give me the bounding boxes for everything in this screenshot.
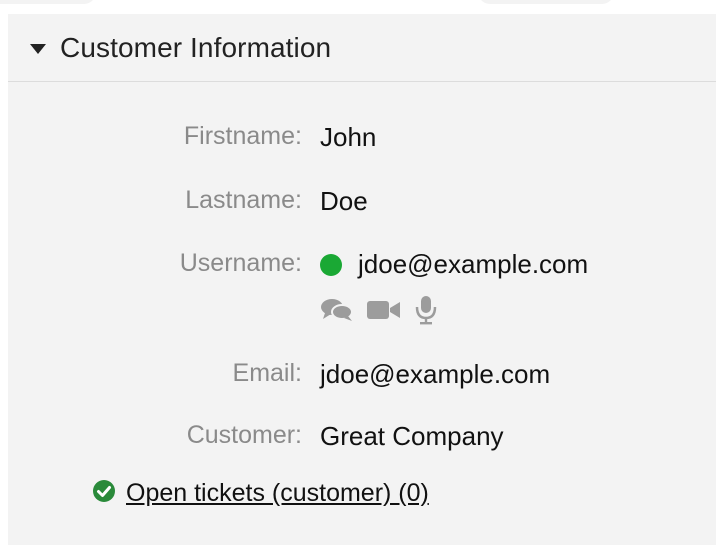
open-tickets-row: Open tickets (customer) (0): [92, 479, 429, 508]
online-status-icon: [320, 253, 342, 276]
customer-information-widget: Customer Information Firstname: John Las…: [8, 14, 716, 545]
field-row-firstname: Firstname: John: [8, 122, 716, 162]
chat-tools: [320, 295, 438, 330]
video-icon[interactable]: [366, 298, 402, 327]
lastname-label: Lastname:: [185, 186, 302, 214]
widget-header-toggle[interactable]: Customer Information: [8, 14, 716, 82]
microphone-icon[interactable]: [414, 295, 438, 330]
field-row-email: Email: jdoe@example.com: [8, 359, 716, 399]
username-label: Username:: [179, 249, 302, 277]
username-text: jdoe@example.com: [358, 249, 589, 279]
firstname-value: John: [320, 122, 377, 152]
check-circle-icon: [92, 479, 116, 508]
email-value: jdoe@example.com: [320, 359, 551, 389]
email-label: Email:: [232, 359, 302, 387]
field-row-customer: Customer: Great Company: [8, 421, 716, 461]
top-tab-left: [0, 0, 96, 4]
open-tickets-link[interactable]: Open tickets (customer) (0): [126, 479, 429, 508]
field-row-username: Username: jdoe@example.com: [8, 249, 716, 289]
username-value: jdoe@example.com: [320, 249, 588, 280]
widget-title: Customer Information: [60, 31, 332, 63]
customer-value: Great Company: [320, 421, 504, 451]
field-row-lastname: Lastname: Doe: [8, 186, 716, 226]
customer-label: Customer:: [186, 421, 302, 449]
top-edge: [0, 0, 716, 4]
top-tab-right: [478, 0, 614, 4]
caret-down-icon[interactable]: [30, 43, 46, 54]
lastname-value: Doe: [320, 186, 368, 216]
chat-icon[interactable]: [320, 297, 354, 328]
firstname-label: Firstname:: [183, 122, 302, 150]
